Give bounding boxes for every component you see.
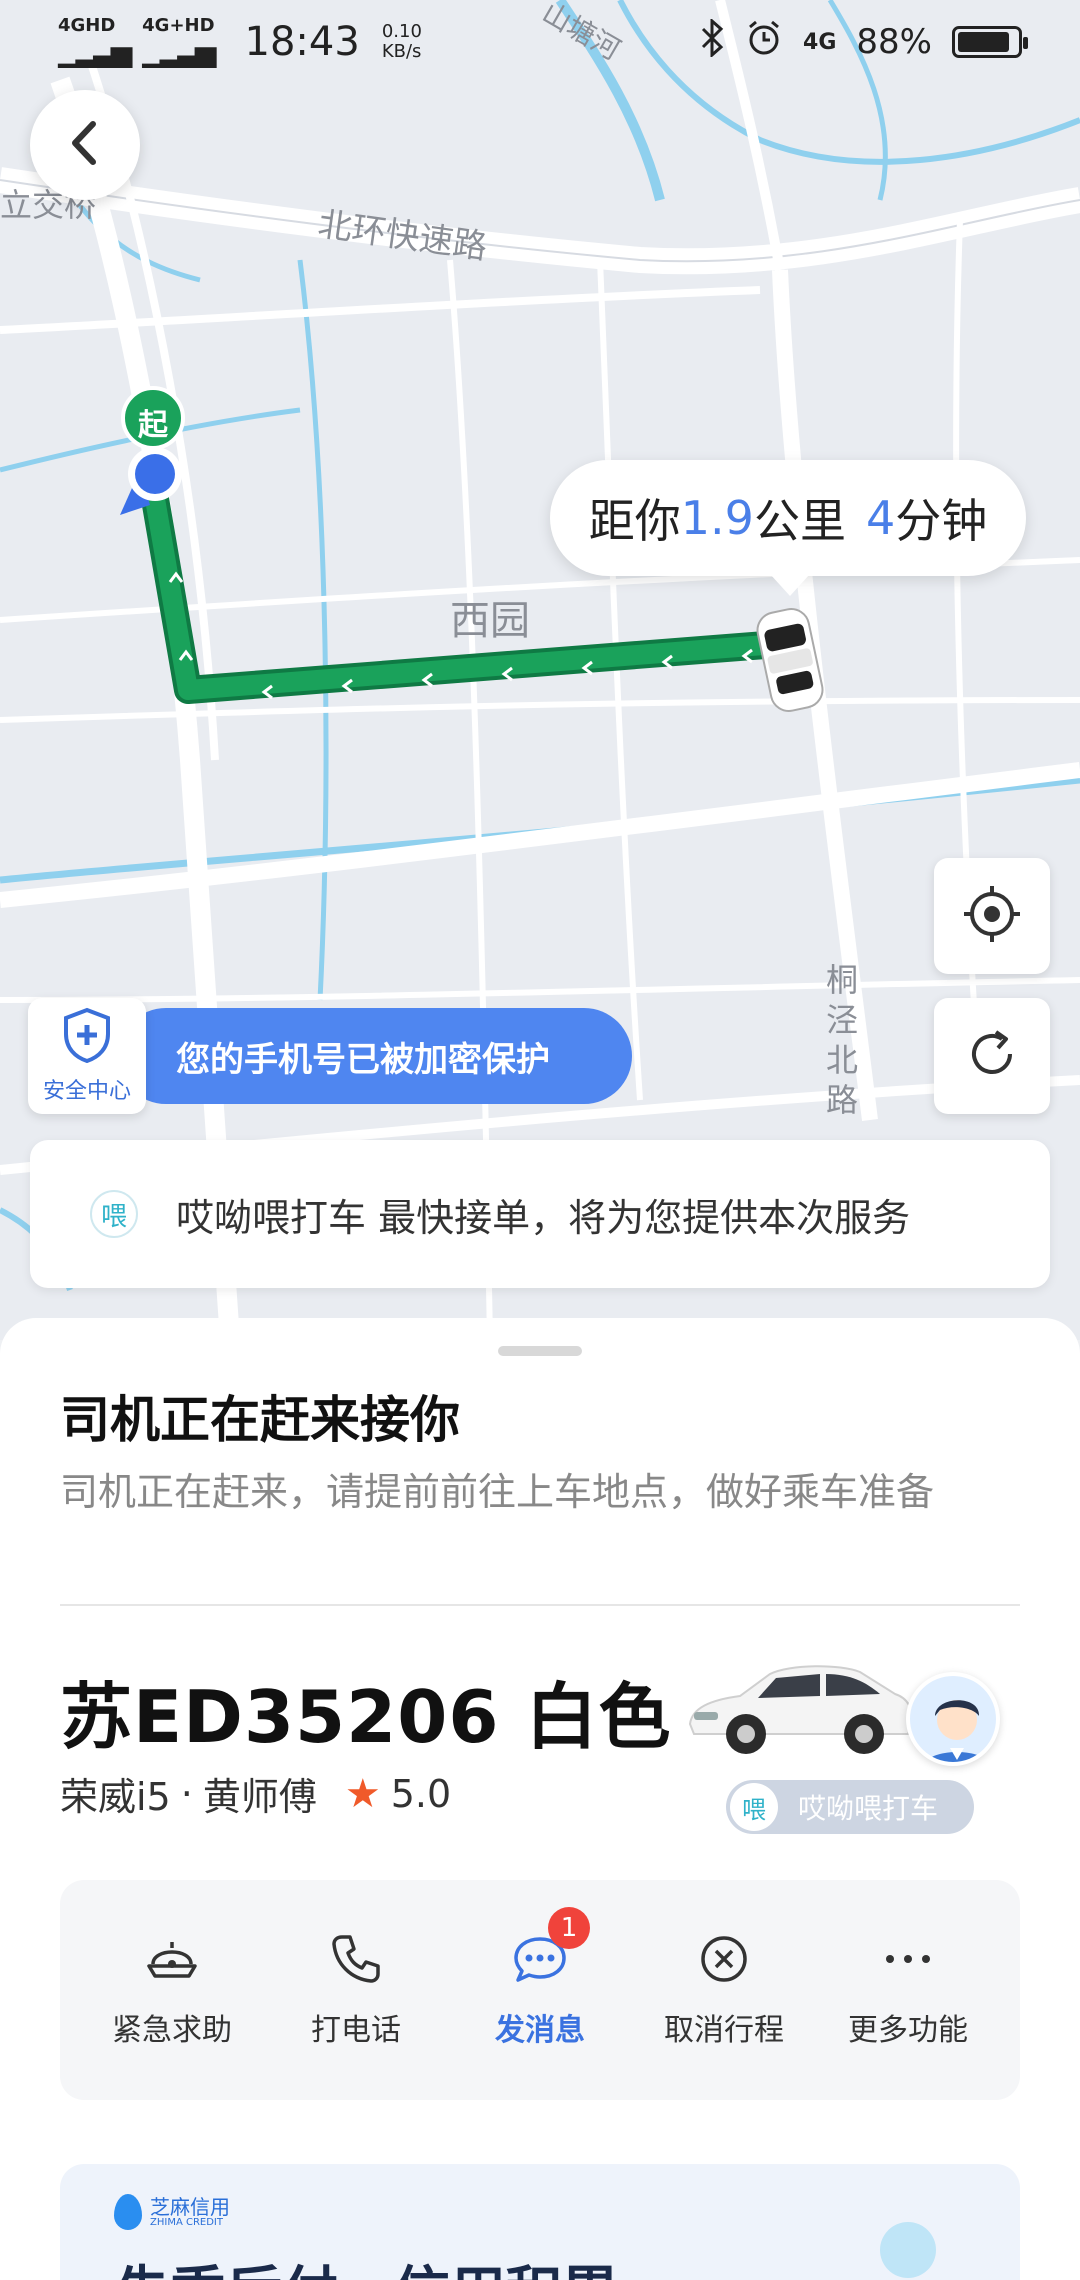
provider-tag-label: 哎呦喂打车	[798, 1792, 939, 1825]
unread-badge: 1	[548, 1907, 590, 1949]
credit-promo-card[interactable]: 芝麻信用 ZHIMA CREDIT 先乘后付，信用积累	[60, 2164, 1020, 2280]
privacy-banner[interactable]: 您的手机号已被加密保护	[118, 1008, 632, 1104]
driver-name: 黄师傅	[202, 1775, 317, 1819]
cancel-icon	[698, 1931, 750, 1987]
start-marker-label: 起	[138, 408, 168, 443]
signal-2: 4G+HD ▁▂▃▅	[142, 14, 216, 68]
chevron-left-icon	[65, 118, 105, 172]
more-label: 更多功能	[848, 2013, 968, 2048]
sos-label: 紧急求助	[112, 2013, 232, 2048]
provider-tag: 喂 哎呦喂打车	[726, 1780, 974, 1834]
more-button[interactable]: 更多功能	[828, 1931, 988, 2049]
battery-icon	[952, 26, 1028, 58]
star-icon: ★	[344, 1770, 381, 1817]
net-speed: 0.10 KB/s	[381, 21, 422, 62]
divider	[60, 1604, 1020, 1606]
service-text: 哎呦喂打车 最快接单，将为您提供本次服务	[176, 1195, 911, 1240]
message-label: 发消息	[495, 2013, 585, 2048]
bluetooth-icon	[699, 17, 725, 66]
call-label: 打电话	[311, 2013, 401, 2048]
eta-bubble: 距你 1.9 公里 4 分钟	[550, 460, 1026, 596]
status-bar: 4GHD ▁▂▃▅ 4G+HD ▁▂▃▅ 18:43 0.10 KB/s 4G …	[0, 0, 1080, 84]
separator-dot: ·	[180, 1771, 193, 1816]
back-button[interactable]	[30, 90, 140, 200]
status-time: 18:43	[244, 19, 360, 65]
promo-decoration	[880, 2222, 936, 2278]
car-image	[688, 1665, 914, 1754]
phone-icon	[330, 1931, 382, 1987]
trip-sheet: 司机正在赶来接你 司机正在赶来，请提前前往上车地点，做好乘车准备 苏ED3520…	[0, 1318, 1080, 2280]
promo-logo-en: ZHIMA CREDIT	[150, 2216, 223, 2228]
signal-1: 4GHD ▁▂▃▅	[58, 14, 132, 68]
provider-logo-icon: 喂	[90, 1190, 138, 1238]
car-model: 荣威i5	[60, 1775, 171, 1819]
sheet-title: 司机正在赶来接你	[60, 1391, 460, 1449]
promo-title: 先乘后付，信用积累	[114, 2248, 618, 2280]
sheet-drag-handle[interactable]	[498, 1346, 582, 1356]
message-button[interactable]: 1 发消息	[460, 1907, 620, 2049]
message-icon: 1	[512, 1907, 590, 1987]
driver-info: 荣威i5 · 黄师傅 ★ 5.0	[60, 1766, 451, 1821]
map-label-road2: 桐泾北路	[826, 961, 859, 1119]
locate-button[interactable]	[934, 858, 1050, 974]
provider-tag-icon: 喂	[730, 1783, 778, 1831]
service-provider-bar[interactable]: 喂 哎呦喂打车 最快接单，将为您提供本次服务	[30, 1140, 1050, 1288]
driver-rating: 5.0	[390, 1771, 452, 1816]
more-icon	[882, 1931, 934, 1987]
eta-distance: 1.9	[680, 491, 754, 545]
zhima-credit-logo: 芝麻信用 ZHIMA CREDIT	[114, 2194, 230, 2230]
license-plate: 苏ED35206 白色	[60, 1675, 672, 1759]
safety-center-button[interactable]: 安全中心	[28, 998, 146, 1114]
sos-button[interactable]: 紧急求助	[92, 1931, 252, 2049]
battery-percent: 88%	[856, 22, 932, 62]
shield-icon	[62, 1007, 112, 1069]
alarm-icon	[745, 19, 783, 66]
eta-minutes-unit: 分钟	[895, 494, 988, 548]
sos-icon	[145, 1931, 199, 1987]
call-button[interactable]: 打电话	[276, 1931, 436, 2049]
eta-prefix: 距你	[588, 494, 681, 548]
zhima-drop-icon	[114, 2194, 142, 2230]
map-label-area: 西园	[450, 598, 530, 644]
promo-logo-cn: 芝麻信用	[150, 2194, 230, 2219]
crosshair-icon	[960, 882, 1024, 950]
cancel-trip-label: 取消行程	[664, 2013, 784, 2048]
safety-center-label: 安全中心	[42, 1079, 131, 1104]
eta-distance-unit: 公里	[753, 494, 846, 548]
sheet-subtitle: 司机正在赶来，请提前前往上车地点，做好乘车准备	[60, 1470, 935, 1514]
cancel-trip-button[interactable]: 取消行程	[644, 1931, 804, 2049]
driver-avatar[interactable]	[906, 1672, 1000, 1766]
eta-minutes: 4	[865, 491, 896, 545]
refresh-button[interactable]	[934, 998, 1050, 1114]
refresh-icon	[962, 1024, 1022, 1088]
map-canvas	[0, 0, 1080, 1340]
map-view[interactable]: 立交桥 北环快速路 西园 山塘河 桐泾北路 起 4GHD ▁▂▃▅ 4G+HD …	[0, 0, 1080, 1340]
network-type: 4G	[803, 29, 837, 55]
action-bar: 紧急求助 打电话 1 发消息 取消行程 更多功能	[60, 1880, 1020, 2100]
